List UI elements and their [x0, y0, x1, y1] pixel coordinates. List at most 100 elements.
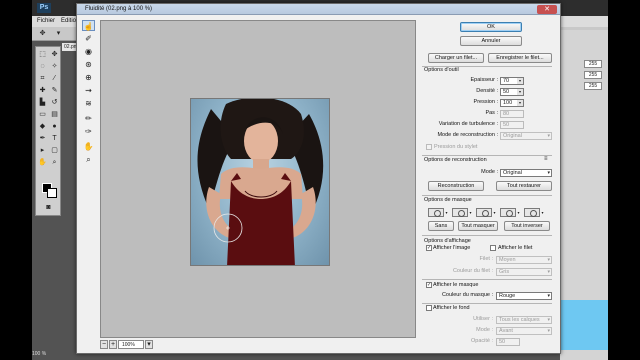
invert-selection-icon[interactable]	[524, 208, 540, 217]
marquee-tool-icon[interactable]: ⬚	[38, 51, 47, 59]
gradient-tool-icon[interactable]: ▤	[50, 111, 59, 119]
reconstruct-mode-select: Original ▾	[500, 132, 552, 140]
close-icon[interactable]: ✕	[537, 5, 557, 14]
path-select-icon[interactable]: ▸	[38, 147, 47, 155]
liquify-canvas[interactable]	[100, 20, 416, 338]
ok-button[interactable]: OK	[460, 22, 522, 32]
blur-tool-icon[interactable]: ◆	[38, 123, 47, 131]
mask-all-button[interactable]: Tout masquer	[458, 221, 498, 231]
reconstruct-tool-icon[interactable]: ✐	[82, 33, 95, 44]
move-tool-icon[interactable]: ✥	[38, 30, 47, 38]
chevron-down-icon[interactable]: ▾	[516, 208, 521, 217]
zoom-in-button[interactable]: +	[109, 340, 117, 349]
chevron-down-icon[interactable]: ▾	[517, 89, 523, 95]
zoom-tool-icon[interactable]: ⌕	[82, 154, 95, 165]
brush-density-label: Densité :	[476, 88, 498, 94]
eraser-tool-icon[interactable]: ▭	[38, 111, 47, 119]
color-value-r[interactable]: 255	[584, 60, 602, 68]
thaw-mask-tool-icon[interactable]: ✑	[82, 126, 95, 137]
restore-all-button[interactable]: Tout restaurer	[496, 181, 552, 191]
crop-tool-icon[interactable]: ⌗	[38, 75, 47, 83]
dialog-title-bar[interactable]: Fluidité (02.png à 100 %) ✕	[77, 4, 560, 15]
brush-tool-icon[interactable]: ✎	[50, 87, 59, 95]
intersect-selection-icon[interactable]	[500, 208, 516, 217]
zoom-tool-icon[interactable]: ⌕	[50, 159, 59, 167]
load-mesh-button[interactable]: Charger un filet...	[428, 53, 484, 63]
turbulent-jitter-input: 50	[500, 121, 524, 129]
divider	[422, 195, 552, 196]
chevron-down-icon[interactable]: ▾	[54, 30, 63, 38]
chevron-down-icon: ▾	[547, 293, 550, 299]
show-image-checkbox[interactable]: ✓	[426, 245, 432, 251]
hand-tool-icon[interactable]: ✋	[82, 141, 95, 152]
color-value-g[interactable]: 255	[584, 71, 602, 79]
twirl-tool-icon[interactable]: ◉	[82, 46, 95, 57]
add-to-selection-icon[interactable]	[452, 208, 468, 217]
chevron-down-icon[interactable]: ▾	[540, 208, 545, 217]
pucker-tool-icon[interactable]: ⊛	[82, 59, 95, 70]
healing-tool-icon[interactable]: ✚	[38, 87, 47, 95]
dialog-title: Fluidité (02.png à 100 %)	[85, 6, 153, 12]
chevron-down-icon[interactable]: ▾	[517, 78, 523, 84]
push-left-tool-icon[interactable]: ⇝	[82, 85, 95, 96]
liquify-dialog: Fluidité (02.png à 100 %) ✕ ☝ ✐ ◉ ⊛ ⊕ ⇝ …	[76, 3, 561, 354]
freeze-mask-tool-icon[interactable]: ✏	[82, 113, 95, 124]
quick-mask-icon[interactable]: ◙	[44, 204, 53, 212]
backdrop-mode-label: Mode :	[476, 327, 493, 333]
mesh-color-label: Couleur du filet :	[452, 268, 493, 274]
chevron-down-icon[interactable]: ▾	[492, 208, 497, 217]
eyedropper-tool-icon[interactable]: ⁄	[50, 75, 59, 83]
wand-tool-icon[interactable]: ✧	[50, 63, 59, 71]
zoom-dropdown-button[interactable]: ▾	[145, 340, 153, 349]
stamp-tool-icon[interactable]: ▙	[38, 99, 47, 107]
invert-all-button[interactable]: Tout inverser	[504, 221, 550, 231]
reconstruct-button[interactable]: Reconstruction	[428, 181, 484, 191]
reconstruct-mode-value: Original	[503, 133, 522, 139]
preview-image[interactable]	[190, 98, 330, 266]
stylus-pressure-checkbox	[426, 144, 432, 150]
history-brush-icon[interactable]: ↺	[50, 99, 59, 107]
mask-color-select[interactable]: Rouge ▾	[496, 292, 552, 300]
text-tool-icon[interactable]: T	[50, 135, 59, 143]
color-value-b[interactable]: 255	[584, 82, 602, 90]
brush-pressure-input[interactable]: 100 ▾	[500, 99, 524, 107]
chevron-down-icon[interactable]: ▾	[517, 100, 523, 106]
lasso-tool-icon[interactable]: ◌	[38, 63, 47, 71]
brush-size-input[interactable]: 70 ▾	[500, 77, 524, 85]
brush-density-input[interactable]: 50 ▾	[500, 88, 524, 96]
dodge-tool-icon[interactable]: ●	[50, 123, 59, 131]
chevron-down-icon[interactable]: ▾	[444, 208, 449, 217]
bloat-tool-icon[interactable]: ⊕	[82, 72, 95, 83]
save-mesh-button[interactable]: Enregistrer le filet...	[488, 53, 552, 63]
pen-tool-icon[interactable]: ✒	[38, 135, 47, 143]
hand-tool-icon[interactable]: ✋	[38, 159, 47, 167]
mask-none-button[interactable]: Sans	[428, 221, 454, 231]
divider	[422, 303, 552, 304]
reconstruct-mode-dropdown[interactable]: Original ▾	[500, 169, 552, 177]
show-backdrop-checkbox[interactable]	[426, 305, 432, 311]
selected-layer-row[interactable]	[560, 300, 608, 350]
chevron-down-icon[interactable]: ▾	[468, 208, 473, 217]
mirror-tool-icon[interactable]: ≋	[82, 98, 95, 109]
background-color-swatch[interactable]	[47, 188, 57, 198]
shape-tool-icon[interactable]: ▢	[50, 147, 59, 155]
menu-fichier[interactable]: Fichier	[37, 18, 55, 24]
reconstruct-mode-dropdown-value: Original	[503, 170, 522, 176]
divider	[422, 279, 552, 280]
zoom-out-button[interactable]: −	[100, 340, 108, 349]
show-mesh-checkbox[interactable]	[490, 245, 496, 251]
move-tool-icon[interactable]: ✥	[50, 51, 59, 59]
zoom-level-field[interactable]: 100%	[118, 340, 144, 349]
brush-rate-input: 80	[500, 110, 524, 118]
menu-edition[interactable]: Editio	[61, 18, 76, 24]
show-image-label: Afficher l'image	[433, 245, 471, 251]
panel-menu-icon[interactable]: ≡	[544, 156, 548, 162]
replace-selection-icon[interactable]	[428, 208, 444, 217]
forward-warp-tool-icon[interactable]: ☝	[82, 20, 95, 31]
show-mask-checkbox[interactable]: ✓	[426, 282, 432, 288]
subtract-from-selection-icon[interactable]	[476, 208, 492, 217]
chevron-down-icon: ▾	[547, 328, 550, 334]
photoshop-toolbox: ⬚ ✥ ◌ ✧ ⌗ ⁄ ✚ ✎ ▙ ↺ ▭ ▤ ◆ ● ✒ T ▸ ▢ ✋ ⌕ …	[35, 46, 61, 216]
cancel-button[interactable]: Annuler	[460, 36, 522, 46]
backdrop-opacity-label: Opacité :	[470, 338, 493, 344]
